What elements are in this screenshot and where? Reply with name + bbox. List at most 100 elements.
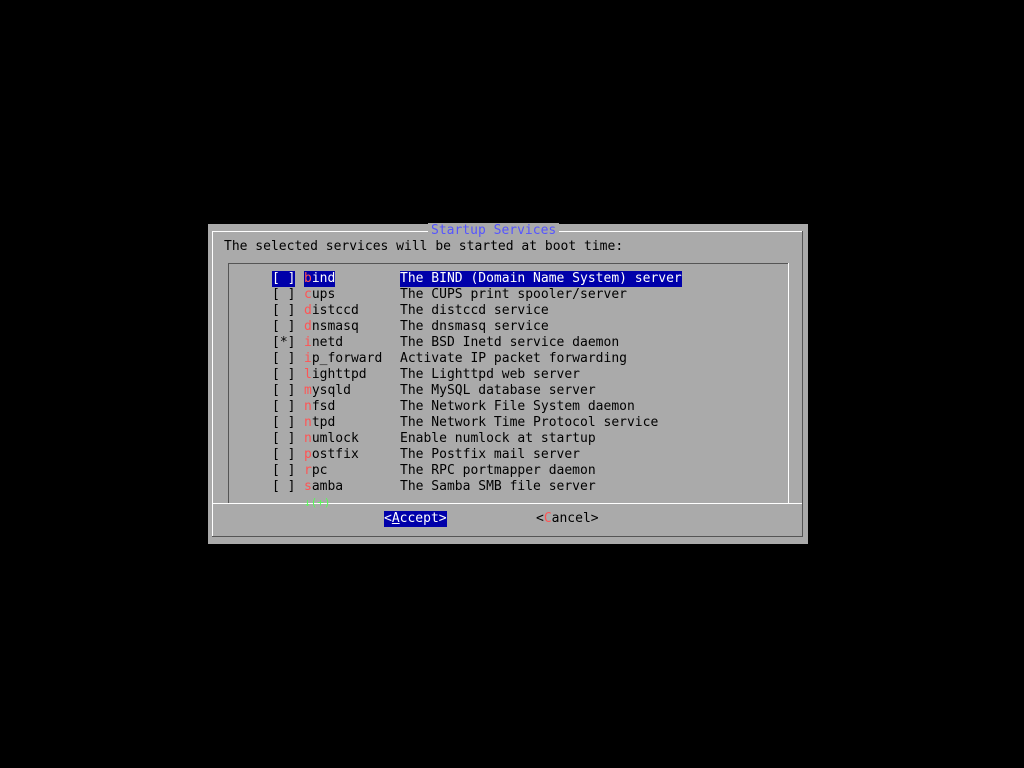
service-tag: samba (304, 479, 343, 495)
service-tag: ip_forward (304, 351, 382, 367)
dialog-title: Startup Services (428, 223, 560, 239)
cancel-button[interactable]: <Cancel> (536, 511, 599, 527)
service-description: The MySQL database server (400, 383, 596, 398)
service-description: The Postfix mail server (400, 447, 581, 462)
service-tag: ntpd (304, 415, 335, 431)
service-hotkey: r (304, 463, 312, 478)
service-tag: bind (304, 271, 336, 287)
button-separator (212, 503, 802, 504)
service-tag: cups (304, 287, 335, 303)
service-description: Activate IP packet forwarding (400, 351, 627, 366)
service-description: The Network File System daemon (400, 399, 635, 414)
service-item[interactable]: [ ] nfsd The Network File System daemon (0, 399, 1024, 415)
service-description: The Lighttpd web server (400, 367, 581, 382)
service-item[interactable]: [ ] cups The CUPS print spooler/server (0, 287, 1024, 303)
cancel-label: ancel (551, 511, 591, 526)
service-description: The dnsmasq service (400, 319, 549, 334)
service-hotkey: c (304, 287, 312, 302)
service-tag-rest: ysqld (311, 383, 351, 398)
service-checkbox[interactable]: [ ] (272, 319, 295, 335)
service-tag: postfix (304, 447, 359, 463)
service-hotkey: n (304, 431, 312, 446)
service-description: The BIND (Domain Name System) server (400, 271, 682, 287)
dialog-prompt: The selected services will be started at… (224, 239, 624, 254)
service-checkbox[interactable]: [ ] (272, 447, 295, 463)
service-tag-rest: fsd (311, 399, 336, 414)
service-hotkey: s (304, 479, 312, 494)
cancel-open: < (536, 511, 544, 526)
service-tag: lighttpd (304, 367, 367, 383)
service-tag-rest: ind (311, 271, 336, 286)
service-tag-rest: istccd (311, 303, 359, 318)
service-tag-rest: netd (311, 335, 344, 350)
service-checkbox[interactable]: [ ] (272, 287, 295, 303)
service-description: The distccd service (400, 303, 549, 318)
service-description: Enable numlock at startup (400, 431, 596, 446)
service-checkbox[interactable]: [ ] (272, 367, 295, 383)
dialog-border-bottom (212, 536, 803, 537)
list-border-top (228, 263, 788, 264)
scroll-more-indicator: ↓(+) (304, 496, 331, 509)
service-description: The Network Time Protocol service (400, 415, 659, 430)
service-tag: dnsmasq (304, 319, 359, 335)
service-hotkey: d (304, 303, 312, 318)
service-hotkey: i (304, 335, 312, 350)
service-checkbox[interactable]: [ ] (272, 479, 295, 495)
service-hotkey: p (304, 447, 312, 462)
service-checkbox[interactable]: [ ] (272, 383, 295, 399)
service-hotkey: n (304, 399, 312, 414)
service-hotkey: d (304, 319, 312, 334)
service-hotkey: b (304, 271, 312, 286)
cancel-hotkey: C (543, 511, 552, 526)
service-description: The Samba SMB file server (400, 479, 596, 494)
accept-close: > (438, 511, 447, 526)
cancel-close: > (590, 511, 599, 526)
service-checkbox[interactable]: [ ] (272, 463, 295, 479)
service-checkbox[interactable]: [ ] (272, 351, 295, 367)
service-description: The BSD Inetd service daemon (400, 335, 620, 350)
service-tag-rest: nsmasq (311, 319, 359, 334)
service-checkbox[interactable]: [ ] (272, 271, 296, 287)
service-item[interactable]: [ ] ntpd The Network Time Protocol service (0, 415, 1024, 431)
service-tag: distccd (304, 303, 359, 319)
service-tag: inetd (304, 335, 343, 351)
service-item[interactable]: [ ] postfix The Postfix mail server (0, 447, 1024, 463)
service-tag-rest: ighttpd (311, 367, 367, 382)
service-item[interactable]: [ ] mysqld The MySQL database server (0, 383, 1024, 399)
service-hotkey: m (304, 383, 312, 398)
service-hotkey: n (304, 415, 312, 430)
service-item[interactable]: [ ] bind The BIND (Domain Name System) ser… (0, 271, 1024, 287)
service-checkbox[interactable]: [*] (272, 335, 295, 351)
service-item[interactable]: [ ] distccd The distccd service (0, 303, 1024, 319)
service-item[interactable]: [ ] dnsmasq The dnsmasq service (0, 319, 1024, 335)
service-tag-rest: amba (311, 479, 344, 494)
service-hotkey: l (304, 367, 312, 382)
service-description: The CUPS print spooler/server (400, 287, 627, 302)
service-tag: mysqld (304, 383, 351, 399)
service-item[interactable]: [ ] numlock Enable numlock at startup (0, 431, 1024, 447)
service-tag-rest: ups (311, 287, 336, 302)
service-tag-rest: umlock (311, 431, 359, 446)
service-item[interactable]: [ ] samba The Samba SMB file server (0, 479, 1024, 495)
service-checkbox[interactable]: [ ] (272, 415, 295, 431)
service-tag-rest: ostfix (311, 447, 359, 462)
service-checkbox[interactable]: [ ] (272, 303, 295, 319)
service-description: The RPC portmapper daemon (400, 463, 596, 478)
service-checkbox[interactable]: [ ] (272, 431, 295, 447)
service-item[interactable]: [ ] lighttpd The Lighttpd web server (0, 367, 1024, 383)
service-item[interactable]: [*] inetd The BSD Inetd service daemon (0, 335, 1024, 351)
accept-button[interactable]: <Accept> (384, 511, 447, 527)
service-tag-rest: tpd (311, 415, 336, 430)
accept-label: ccept (399, 511, 439, 526)
service-checkbox[interactable]: [ ] (272, 399, 295, 415)
accept-open: < (384, 511, 392, 526)
service-tag: numlock (304, 431, 359, 447)
service-hotkey: i (304, 351, 312, 366)
service-item[interactable]: [ ] ip_forward Activate IP packet forwardi… (0, 351, 1024, 367)
service-tag: rpc (304, 463, 327, 479)
service-tag-rest: p_forward (311, 351, 383, 366)
accept-hotkey: A (391, 511, 400, 526)
service-tag: nfsd (304, 399, 335, 415)
service-tag-rest: pc (311, 463, 328, 478)
service-item[interactable]: [ ] rpc The RPC portmapper daemon (0, 463, 1024, 479)
